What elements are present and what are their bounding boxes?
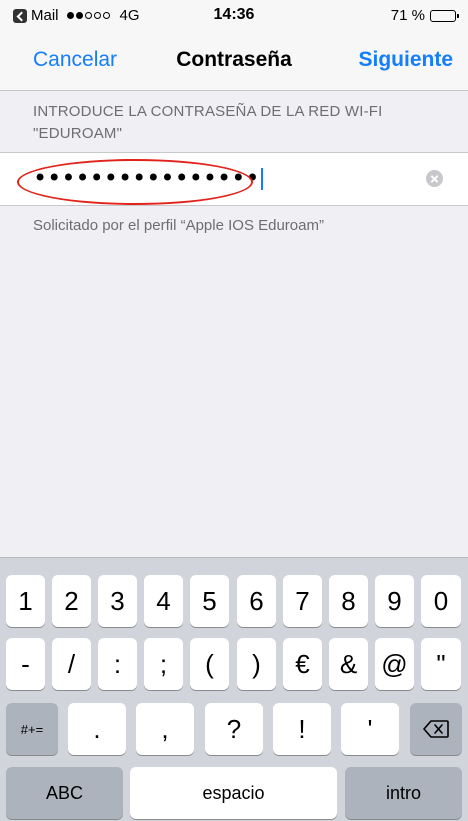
- key-exclamation[interactable]: !: [273, 703, 331, 755]
- key-euro[interactable]: €: [283, 638, 322, 690]
- key-at[interactable]: @: [375, 638, 414, 690]
- key-colon[interactable]: :: [98, 638, 137, 690]
- status-bar: Mail 4G 14:36 71 %: [0, 0, 468, 32]
- cancel-button[interactable]: Cancelar: [33, 48, 117, 72]
- password-masked-value: ••••••••••••••••: [33, 164, 260, 192]
- clear-icon[interactable]: [426, 170, 443, 187]
- space-key[interactable]: espacio: [130, 767, 337, 819]
- key-period[interactable]: .: [68, 703, 126, 755]
- key-ampersand[interactable]: &: [329, 638, 368, 690]
- password-field[interactable]: ••••••••••••••••: [33, 164, 263, 192]
- abc-key[interactable]: ABC: [6, 767, 123, 819]
- keyboard: 1 2 3 4 5 6 7 8 9 0 - / : ; ( ) € & @ " …: [0, 557, 468, 821]
- backspace-key[interactable]: [410, 703, 462, 755]
- battery-percent: 71 %: [390, 7, 425, 24]
- key-apostrophe[interactable]: ': [341, 703, 399, 755]
- key-question[interactable]: ?: [205, 703, 263, 755]
- backspace-icon: [423, 720, 449, 738]
- key-0[interactable]: 0: [421, 575, 461, 627]
- return-key[interactable]: intro: [345, 767, 462, 819]
- key-open-paren[interactable]: (: [190, 638, 229, 690]
- screen: Mail 4G 14:36 71 % Cancelar Contraseña S…: [0, 0, 468, 821]
- key-9[interactable]: 9: [375, 575, 414, 627]
- key-slash[interactable]: /: [52, 638, 91, 690]
- key-8[interactable]: 8: [329, 575, 368, 627]
- battery-icon: [430, 9, 459, 22]
- key-3[interactable]: 3: [98, 575, 137, 627]
- key-close-paren[interactable]: ): [237, 638, 276, 690]
- password-row: ••••••••••••••••: [0, 152, 468, 206]
- key-2[interactable]: 2: [52, 575, 91, 627]
- symbols-mode-key[interactable]: #+=: [6, 703, 58, 755]
- key-4[interactable]: 4: [144, 575, 183, 627]
- next-button[interactable]: Siguiente: [358, 48, 453, 72]
- text-caret: [260, 168, 263, 190]
- key-5[interactable]: 5: [190, 575, 229, 627]
- key-7[interactable]: 7: [283, 575, 322, 627]
- section-header: INTRODUCE LA CONTRASEÑA DE LA RED WI-FI …: [33, 103, 383, 142]
- key-1[interactable]: 1: [6, 575, 45, 627]
- key-quote[interactable]: ": [421, 638, 461, 690]
- profile-note: Solicitado por el perfil “Apple IOS Edur…: [33, 217, 324, 234]
- key-6[interactable]: 6: [237, 575, 276, 627]
- status-right: 71 %: [390, 7, 459, 24]
- key-hyphen[interactable]: -: [6, 638, 45, 690]
- key-semicolon[interactable]: ;: [144, 638, 183, 690]
- navigation-bar: Cancelar Contraseña Siguiente: [0, 32, 468, 91]
- key-comma[interactable]: ,: [136, 703, 194, 755]
